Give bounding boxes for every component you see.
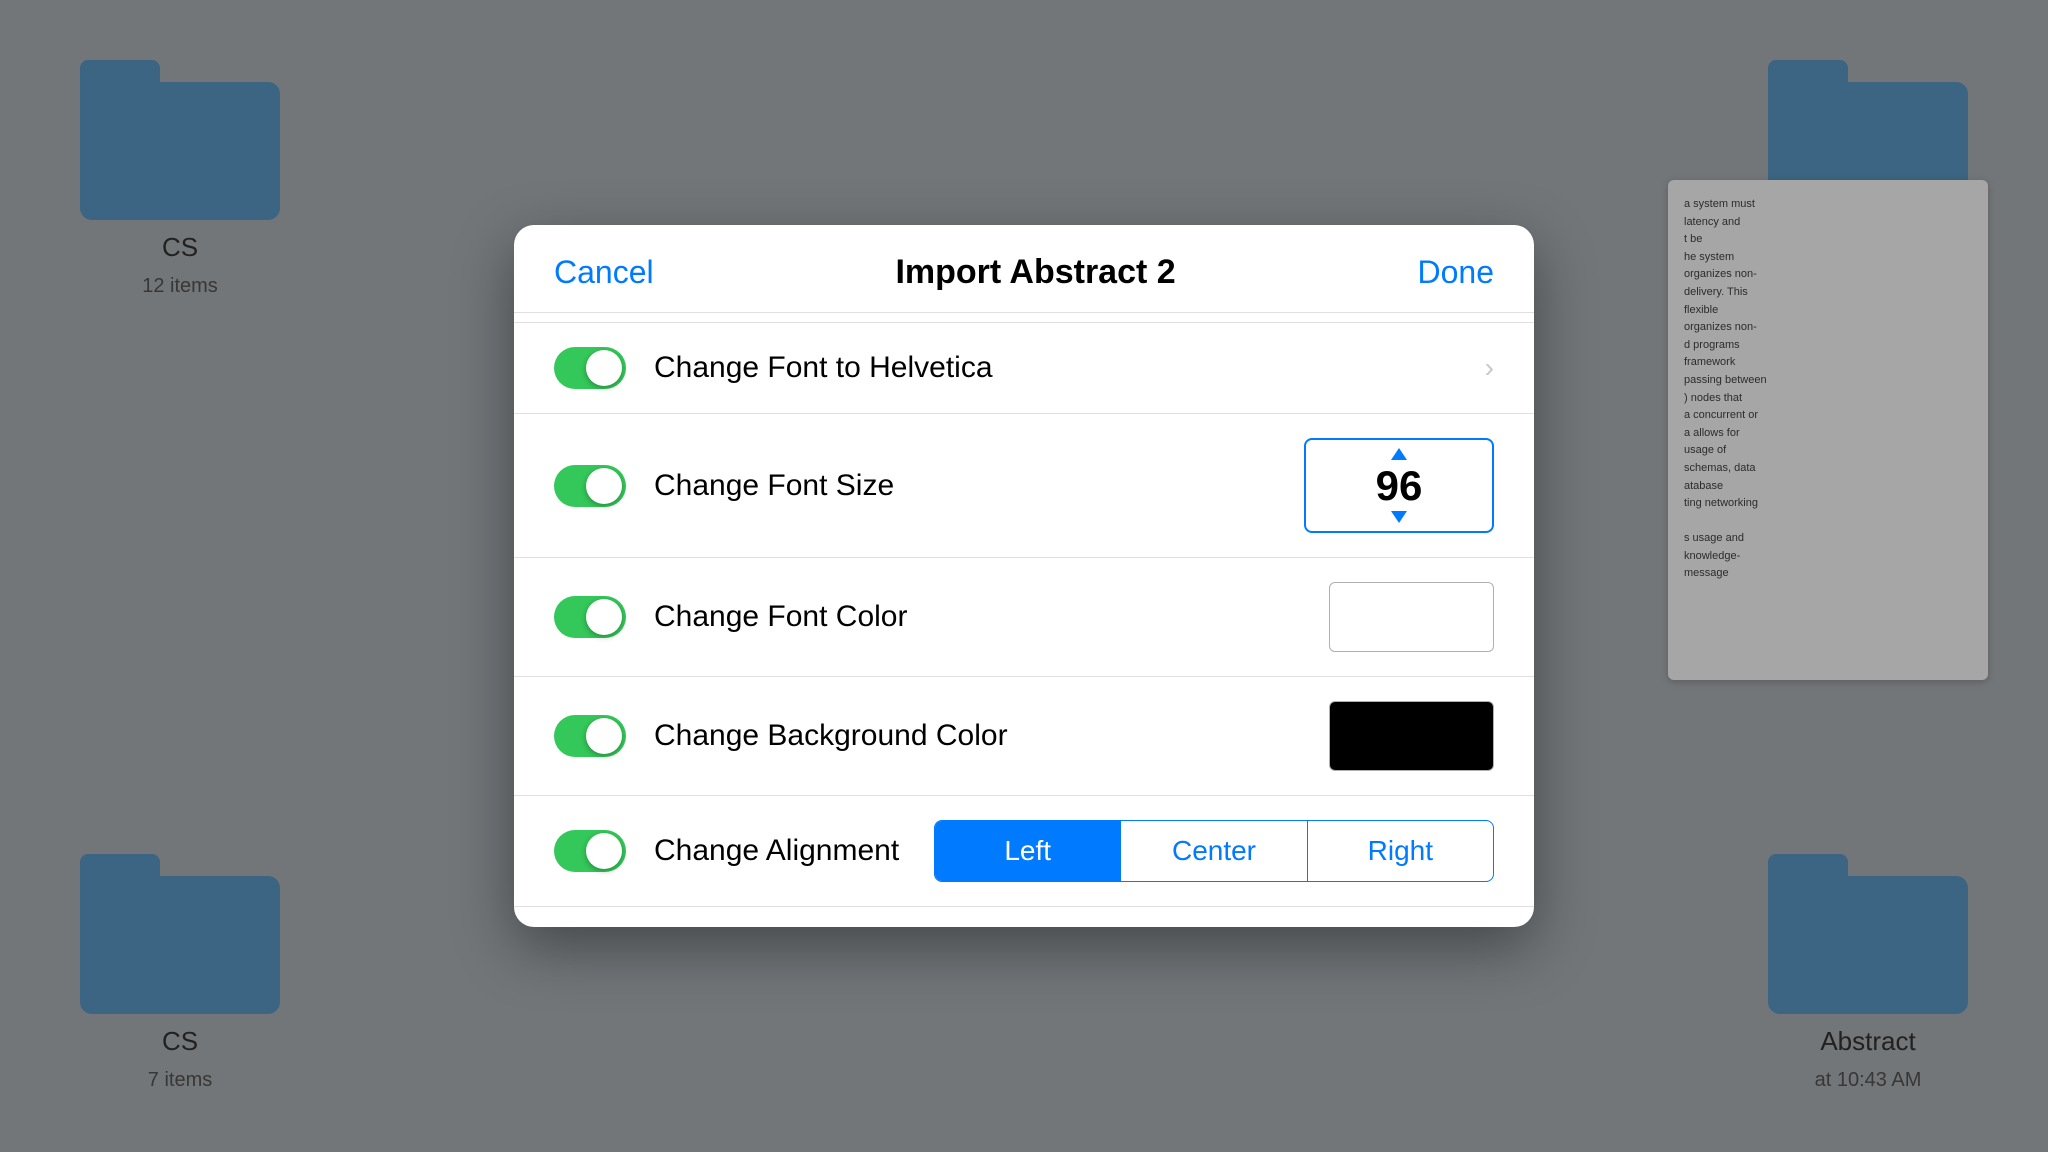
modal-bottom-spacer <box>514 907 1534 927</box>
toggle-thumb <box>586 599 622 635</box>
font-size-label: Change Font Size <box>654 469 1304 503</box>
alignment-segmented-control: Left Center Right <box>934 820 1494 882</box>
segment-left[interactable]: Left <box>935 821 1120 881</box>
stepper-down-icon[interactable] <box>1391 511 1407 523</box>
modal-title: Import Abstract 2 <box>895 253 1175 292</box>
stepper-up-icon[interactable] <box>1391 448 1407 460</box>
toggle-thumb <box>586 468 622 504</box>
modal-header: Cancel Import Abstract 2 Done <box>514 225 1534 313</box>
font-row: Change Font to Helvetica › <box>514 323 1534 414</box>
bg-color-right <box>1329 701 1494 771</box>
alignment-right: Left Center Right <box>934 820 1494 882</box>
done-button[interactable]: Done <box>1418 254 1495 291</box>
chevron-right-icon: › <box>1485 352 1494 384</box>
segment-right[interactable]: Right <box>1307 821 1493 881</box>
bg-color-label: Change Background Color <box>654 719 1329 753</box>
alignment-toggle[interactable] <box>554 830 626 872</box>
font-color-label: Change Font Color <box>654 600 1329 634</box>
font-toggle[interactable] <box>554 347 626 389</box>
toggle-thumb <box>586 350 622 386</box>
font-size-row: Change Font Size 96 <box>514 414 1534 558</box>
toggle-thumb <box>586 718 622 754</box>
font-label: Change Font to Helvetica <box>654 351 1485 385</box>
font-size-toggle[interactable] <box>554 465 626 507</box>
font-color-row: Change Font Color <box>514 558 1534 677</box>
stepper-value: 96 <box>1376 462 1423 510</box>
font-color-right <box>1329 582 1494 652</box>
font-color-swatch[interactable] <box>1329 582 1494 652</box>
alignment-label: Change Alignment <box>654 834 934 868</box>
font-right: › <box>1485 352 1494 384</box>
import-modal: Cancel Import Abstract 2 Done Change Fon… <box>514 225 1534 927</box>
font-size-stepper[interactable]: 96 <box>1304 438 1494 533</box>
modal-spacer <box>514 313 1534 323</box>
alignment-row: Change Alignment Left Center Right <box>514 796 1534 907</box>
bg-color-row: Change Background Color <box>514 677 1534 796</box>
cancel-button[interactable]: Cancel <box>554 254 654 291</box>
bg-color-swatch[interactable] <box>1329 701 1494 771</box>
bg-color-toggle[interactable] <box>554 715 626 757</box>
toggle-thumb <box>586 833 622 869</box>
segment-center[interactable]: Center <box>1120 821 1306 881</box>
font-size-right: 96 <box>1304 438 1494 533</box>
font-color-toggle[interactable] <box>554 596 626 638</box>
